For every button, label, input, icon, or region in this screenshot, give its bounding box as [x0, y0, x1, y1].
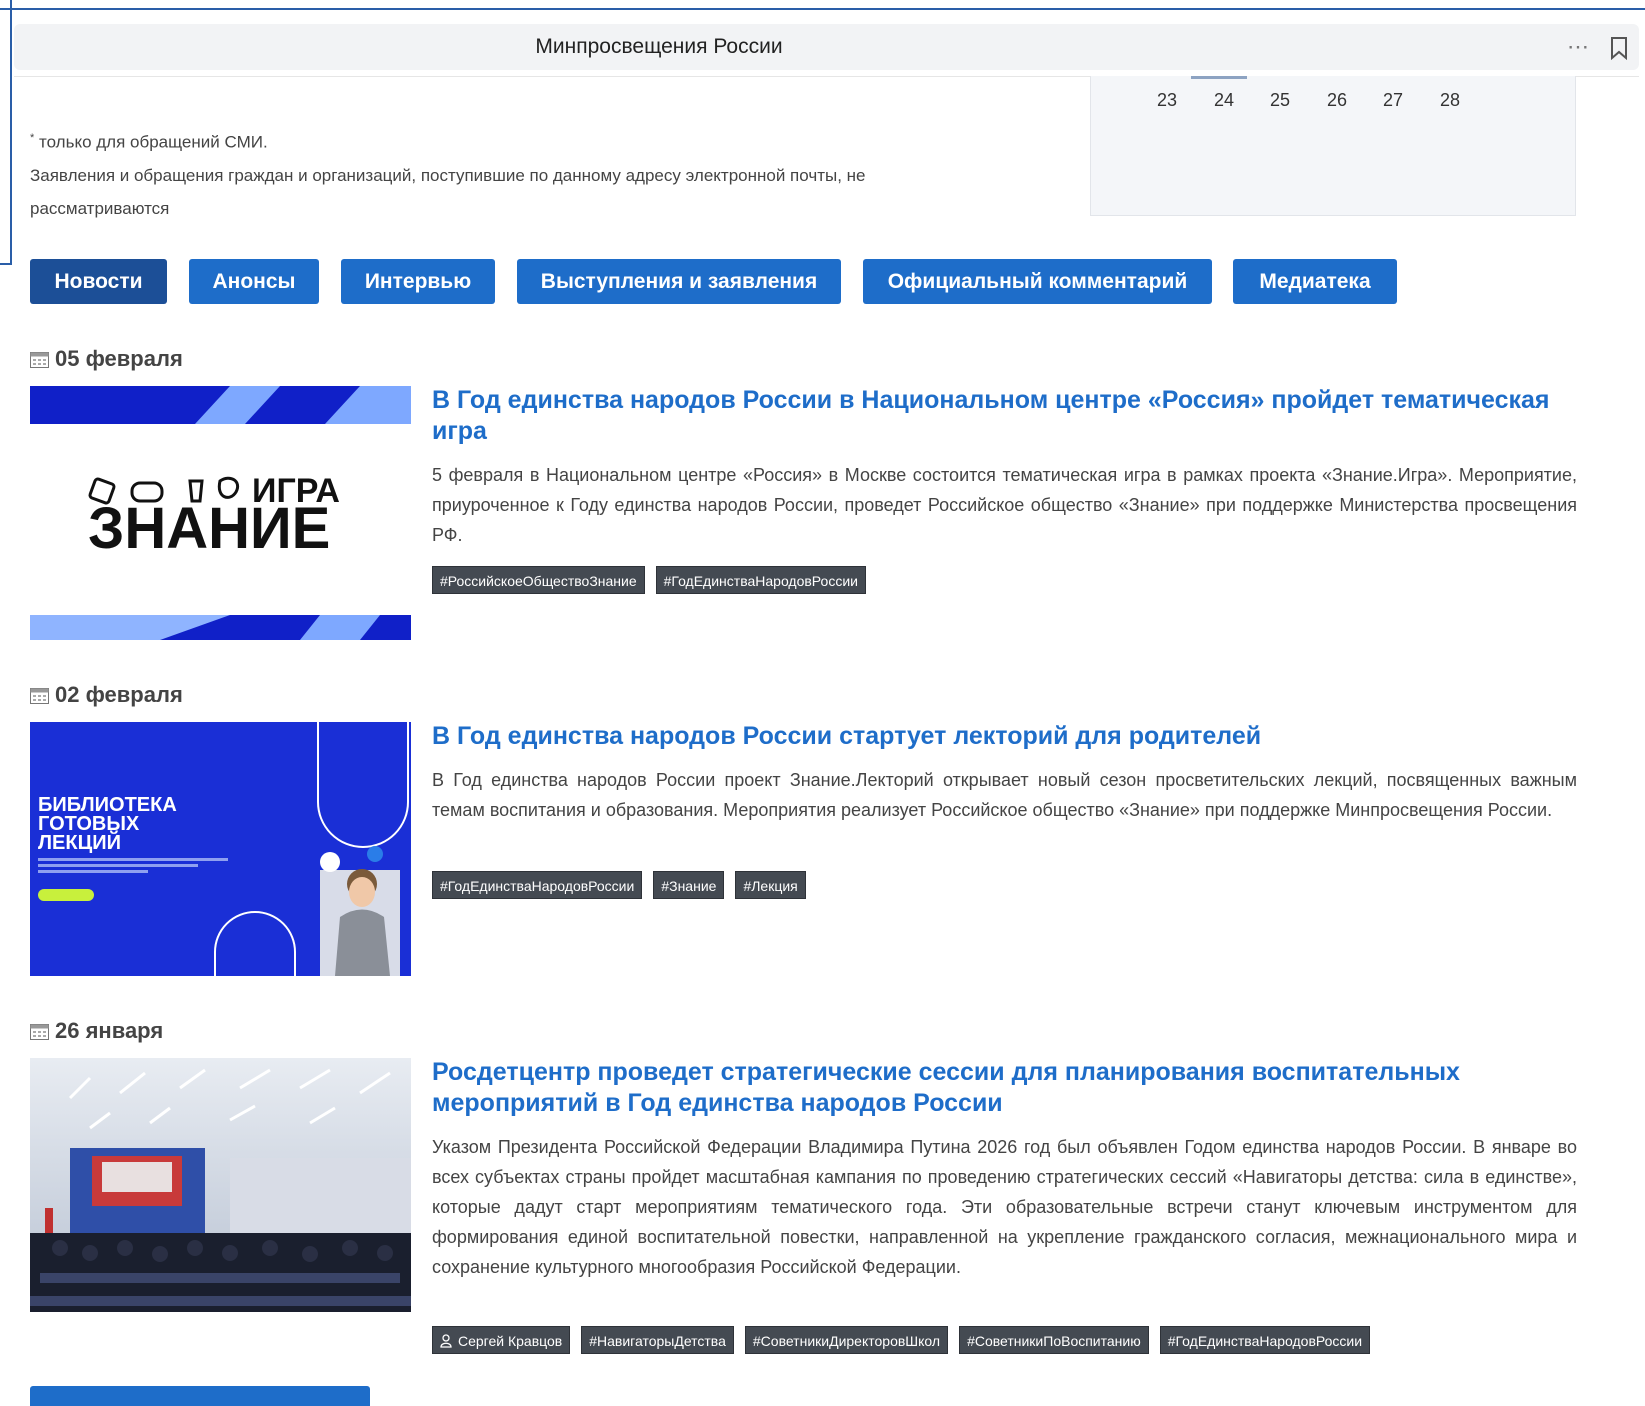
news-tag[interactable]: #СоветникиПоВоспитанию — [959, 1326, 1149, 1354]
contacts-note: * только для обращений СМИ. Заявления и … — [30, 122, 930, 225]
browser-address-bar[interactable]: Минпросвещения России ⋯ — [14, 24, 1639, 70]
bookmark-icon[interactable] — [1608, 36, 1630, 60]
calendar-day[interactable]: 25 — [1260, 90, 1300, 111]
events-calendar: 23 24 25 26 27 28 — [1090, 76, 1576, 216]
news-title[interactable]: В Год единства народов России в Национал… — [432, 385, 1582, 447]
news-tag[interactable]: #Знание — [653, 871, 725, 899]
calendar-icon — [30, 1024, 49, 1040]
news-date: 05 февраля — [30, 346, 183, 372]
author-tag[interactable]: Сергей Кравцов — [432, 1326, 571, 1354]
calendar-day[interactable]: 24 — [1204, 90, 1244, 111]
news-tag[interactable]: #РоссийскоеОбществоЗнание — [432, 566, 645, 594]
note-line-3: рассматриваются — [30, 198, 170, 218]
calendar-icon — [30, 688, 49, 704]
news-tag[interactable]: #ГодЕдинстваНародовРоссии — [432, 871, 643, 899]
news-title[interactable]: Росдетцентр проведет стратегические сесс… — [432, 1057, 1582, 1119]
news-date-text: 02 февраля — [55, 682, 183, 707]
tab-interviews[interactable]: Интервью — [341, 259, 495, 304]
note-line-1: только для обращений СМИ. — [34, 132, 268, 152]
ellipsis-icon[interactable]: ⋯ — [1567, 24, 1590, 70]
tab-news[interactable]: Новости — [30, 259, 167, 304]
calendar-day[interactable]: 28 — [1430, 90, 1470, 111]
calendar-day[interactable]: 26 — [1317, 90, 1357, 111]
calendar-current-marker — [1191, 76, 1247, 79]
news-tag[interactable]: #НавигаторыДетства — [581, 1326, 734, 1354]
news-tag[interactable]: #ГодЕдинстваНародовРоссии — [655, 566, 866, 594]
news-tags: Сергей Кравцов #НавигаторыДетства #Советни… — [432, 1326, 1381, 1356]
tab-media-library[interactable]: Медиатека — [1233, 259, 1397, 304]
calendar-icon — [30, 352, 49, 368]
news-text: Указом Президента Российской Федерации В… — [432, 1137, 1577, 1277]
calendar-day[interactable]: 27 — [1373, 90, 1413, 111]
note-line-2: Заявления и обращения граждан и организа… — [30, 165, 866, 185]
news-tag[interactable]: #Лекция — [735, 871, 806, 899]
news-tags: #ГодЕдинстваНародовРоссии #Знание #Лекция — [432, 871, 817, 901]
image-caption-lectures: ЛЕКЦИЙ — [38, 830, 121, 854]
news-date: 26 января — [30, 1018, 163, 1044]
person-icon — [440, 1334, 452, 1348]
tab-title: Минпросвещения России — [535, 35, 783, 58]
window-top-border — [0, 8, 1645, 10]
conference-hall-photo — [30, 1058, 411, 1312]
news-tag[interactable]: #СоветникиДиректоровШкол — [744, 1326, 949, 1354]
news-title[interactable]: В Год единства народов России стартует л… — [432, 721, 1582, 752]
news-tags: #РоссийскоеОбществоЗнание #ГодЕдинстваНар… — [432, 566, 877, 596]
author-name: Сергей Кравцов — [458, 1333, 563, 1349]
news-date: 02 февраля — [30, 682, 183, 708]
znanie-game-illustration: ИГРА ЗНАНИЕ — [30, 386, 411, 640]
news-image[interactable] — [30, 1058, 411, 1312]
news-image[interactable]: ИГРА ЗНАНИЕ — [30, 386, 411, 640]
tab-official-comment[interactable]: Официальный комментарий — [863, 259, 1212, 304]
calendar-day[interactable]: 23 — [1147, 90, 1187, 111]
lecture-library-illustration: БИБЛИОТЕКА ГОТОВЫХ ЛЕКЦИЙ — [30, 722, 411, 976]
news-tag[interactable]: #ГодЕдинстваНародовРоссии — [1159, 1326, 1371, 1354]
news-date-text: 26 января — [55, 1018, 164, 1043]
window-frame-edge — [0, 0, 12, 265]
news-text: 5 февраля в Национальном центре «Россия»… — [432, 465, 1577, 545]
load-more-button[interactable] — [30, 1386, 370, 1406]
news-image[interactable]: БИБЛИОТЕКА ГОТОВЫХ ЛЕКЦИЙ — [30, 722, 411, 976]
image-caption-znanie: ЗНАНИЕ — [88, 496, 330, 561]
tab-speeches[interactable]: Выступления и заявления — [517, 259, 841, 304]
news-date-text: 05 февраля — [55, 346, 183, 371]
tab-announcements[interactable]: Анонсы — [189, 259, 319, 304]
news-text: В Год единства народов России проект Зна… — [432, 770, 1577, 820]
